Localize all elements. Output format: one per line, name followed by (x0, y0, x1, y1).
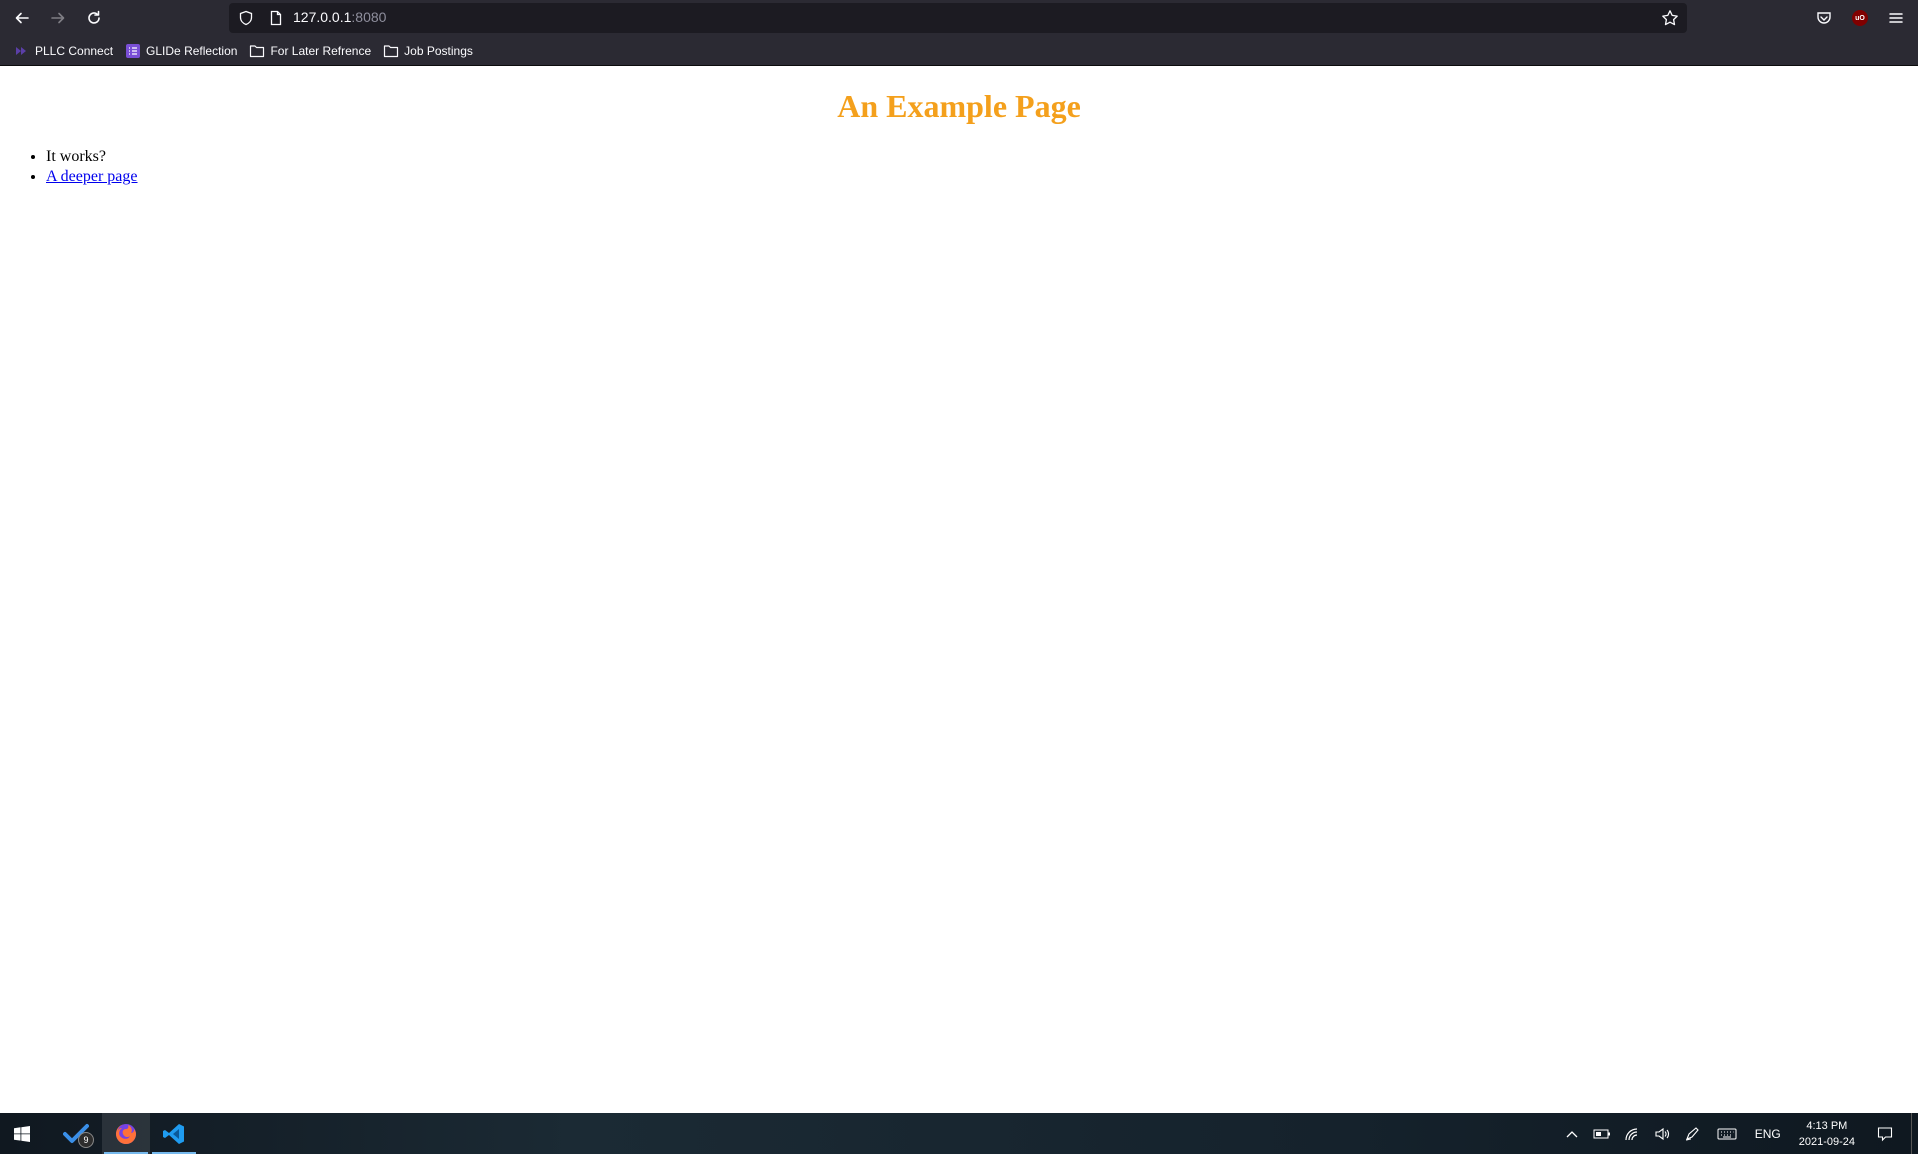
toolbar-extensions: uO (1806, 0, 1918, 36)
browser-toolbar: 127.0.0.1:8080 uO (0, 0, 1918, 36)
taskbar-todo-app[interactable]: 9 (50, 1113, 102, 1154)
folder-icon (249, 43, 265, 59)
bookmarks-toolbar: PLLC Connect GLIDe Reflection For Later … (0, 36, 1918, 66)
action-center-button[interactable] (1865, 1113, 1905, 1154)
chevron-up-icon (1566, 1130, 1578, 1137)
clock-time: 4:13 PM (1806, 1119, 1848, 1132)
bookmark-pllc-connect[interactable]: PLLC Connect (8, 39, 119, 63)
bookmark-star-icon[interactable] (1661, 9, 1679, 32)
firefox-icon (116, 1123, 136, 1144)
hamburger-icon (1889, 13, 1903, 23)
system-tray: ENG 4:13 PM 2021-09-24 (1557, 1113, 1918, 1154)
pen-workspace-icon[interactable] (1677, 1113, 1707, 1154)
clock[interactable]: 4:13 PM 2021-09-24 (1789, 1118, 1865, 1150)
windows-taskbar: 9 ENG 4:13 PM 2021-09-24 (0, 1113, 1918, 1154)
windows-logo-icon (14, 1125, 30, 1142)
arrow-left-icon (15, 12, 29, 24)
folder-icon (383, 43, 399, 59)
page-info-icon[interactable] (261, 10, 291, 26)
page-list: It works? A deeper page (0, 147, 138, 187)
deeper-page-link[interactable]: A deeper page (46, 168, 138, 185)
start-button[interactable] (0, 1113, 44, 1154)
forward-button[interactable] (40, 0, 76, 36)
clock-date: 2021-09-24 (1798, 1135, 1855, 1148)
address-bar[interactable]: 127.0.0.1:8080 (229, 3, 1687, 33)
volume-icon[interactable] (1647, 1113, 1677, 1154)
reload-button[interactable] (76, 0, 112, 36)
touch-keyboard-icon[interactable] (1707, 1113, 1747, 1154)
page-viewport: An Example Page It works? A deeper page (0, 67, 1918, 1113)
bookmark-glide-reflection[interactable]: GLIDe Reflection (119, 39, 243, 63)
network-icon[interactable] (1617, 1113, 1647, 1154)
list-icon (125, 43, 141, 59)
url-port: :8080 (351, 9, 387, 25)
list-item: It works? (46, 147, 138, 167)
reload-icon (88, 10, 100, 24)
ublock-button[interactable]: uO (1842, 0, 1878, 36)
bookmark-folder-job-postings[interactable]: Job Postings (377, 39, 479, 63)
input-language[interactable]: ENG (1747, 1127, 1789, 1141)
pocket-icon (1817, 12, 1831, 24)
taskbar-vscode[interactable] (150, 1113, 198, 1154)
list-item: A deeper page (46, 167, 138, 187)
vscode-icon (163, 1123, 184, 1144)
url-host: 127.0.0.1 (293, 9, 352, 25)
taskbar-firefox[interactable] (102, 1113, 150, 1154)
notification-icon (1877, 1126, 1893, 1141)
url-text[interactable]: 127.0.0.1:8080 (293, 9, 386, 27)
bookmark-label: PLLC Connect (35, 43, 114, 58)
battery-icon[interactable] (1587, 1113, 1617, 1154)
notification-badge: 9 (78, 1132, 94, 1148)
ublock-icon: uO (1852, 10, 1868, 26)
pocket-button[interactable] (1806, 0, 1842, 36)
back-button[interactable] (4, 0, 40, 36)
bookmark-folder-for-later-refrence[interactable]: For Later Refrence (243, 39, 377, 63)
show-desktop-button[interactable] (1911, 1113, 1918, 1154)
show-hidden-icons-button[interactable] (1557, 1113, 1587, 1154)
bookmark-label: Job Postings (404, 43, 473, 58)
bookmark-label: For Later Refrence (270, 43, 372, 58)
pllc-icon (14, 43, 30, 59)
arrow-right-icon (51, 12, 65, 24)
tracking-shield-icon[interactable] (231, 10, 261, 26)
bookmark-label: GLIDe Reflection (146, 43, 238, 58)
page-title: An Example Page (837, 88, 1081, 124)
menu-button[interactable] (1878, 0, 1914, 36)
